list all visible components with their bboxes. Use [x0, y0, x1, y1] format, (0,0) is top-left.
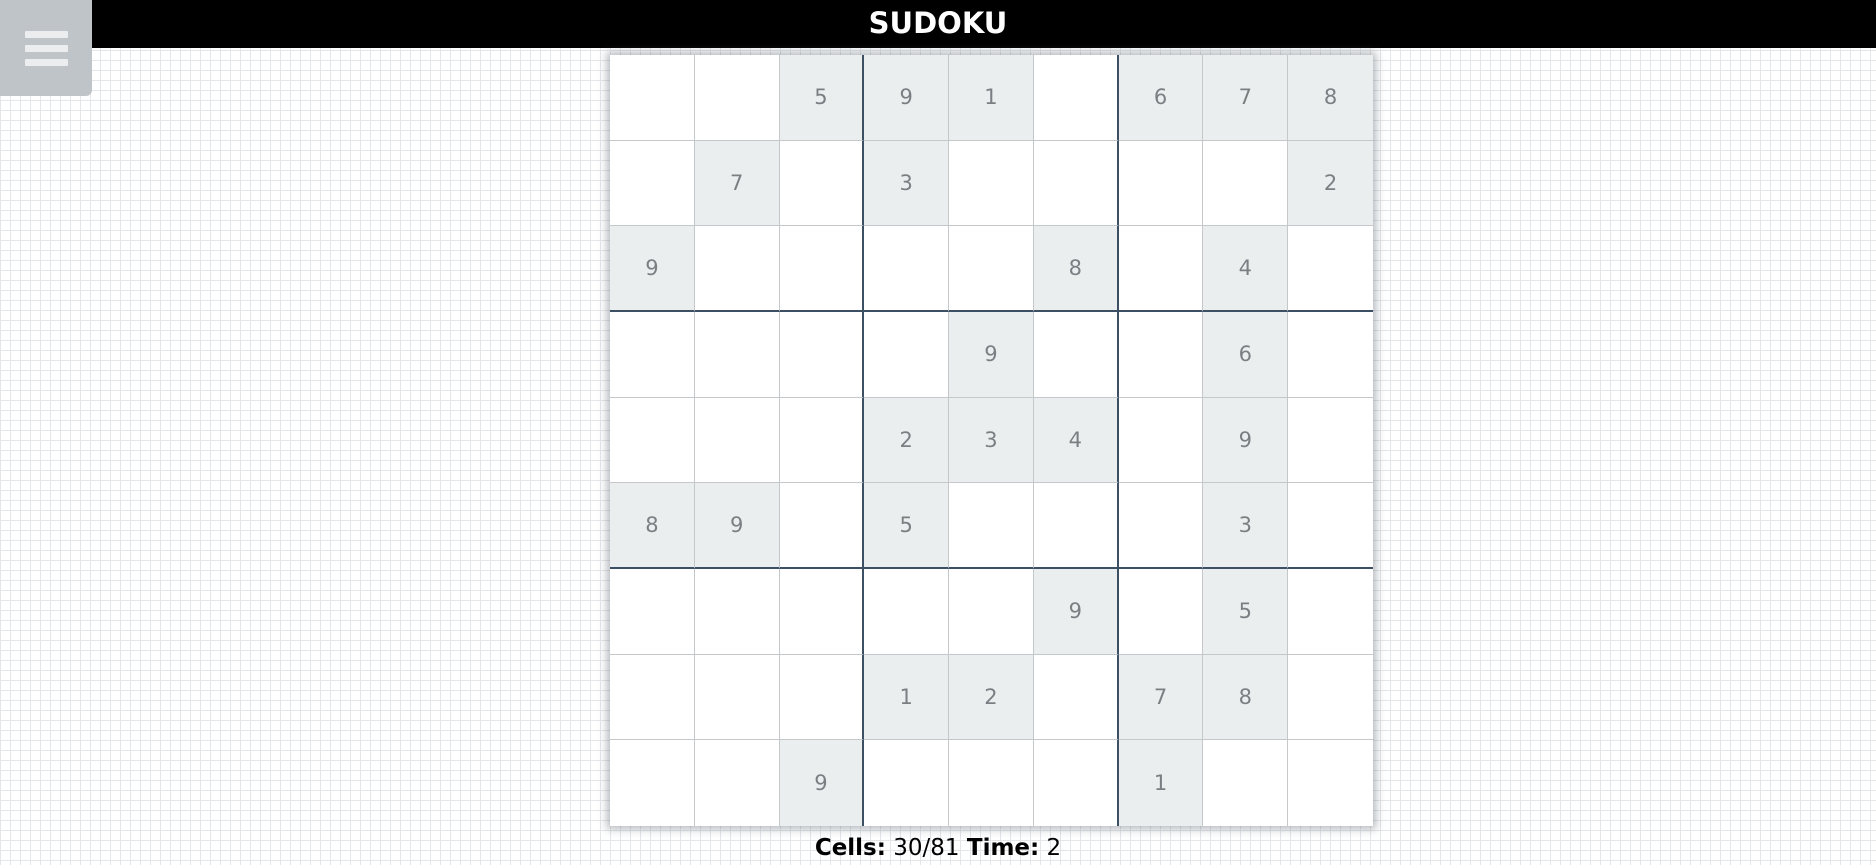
sudoku-cell: 5 — [1203, 568, 1289, 655]
sudoku-cell: 2 — [949, 654, 1034, 741]
sudoku-cell[interactable] — [1288, 655, 1373, 741]
time-label: Time: — [966, 835, 1040, 861]
sudoku-cell: 5 — [779, 55, 865, 141]
sudoku-cell[interactable] — [694, 568, 780, 655]
sudoku-cell[interactable] — [1033, 55, 1119, 141]
sudoku-cell: 9 — [1203, 397, 1289, 484]
sudoku-cell[interactable] — [779, 226, 865, 312]
sudoku-cell: 2 — [1288, 140, 1373, 227]
sudoku-cell[interactable] — [779, 568, 865, 655]
sudoku-cell[interactable] — [694, 397, 780, 484]
sudoku-cell[interactable] — [610, 740, 695, 826]
sudoku-cell: 8 — [1033, 226, 1119, 312]
sudoku-cell[interactable] — [694, 55, 780, 141]
sudoku-cell: 2 — [864, 397, 950, 484]
sudoku-cell: 4 — [1203, 226, 1289, 312]
sudoku-cell: 3 — [864, 140, 950, 227]
sudoku-cell[interactable] — [695, 740, 780, 826]
sudoku-cell[interactable] — [610, 397, 695, 484]
sudoku-cell: 5 — [864, 483, 950, 569]
sudoku-cell: 9 — [864, 55, 950, 141]
sudoku-cell[interactable] — [864, 226, 950, 312]
sudoku-cell: 4 — [1033, 397, 1119, 484]
sudoku-cell[interactable] — [694, 311, 780, 398]
sudoku-cell[interactable] — [1288, 398, 1373, 484]
sudoku-cell[interactable] — [1033, 311, 1119, 398]
sudoku-cell[interactable] — [1203, 740, 1289, 826]
sudoku-cell: 1 — [1118, 740, 1204, 826]
sudoku-cell[interactable] — [1118, 140, 1204, 227]
sudoku-cell[interactable] — [1118, 226, 1204, 312]
hamburger-menu-icon-bar — [24, 58, 68, 66]
sudoku-cell[interactable] — [864, 740, 950, 826]
sudoku-cell[interactable] — [610, 311, 695, 398]
sudoku-cell: 9 — [1033, 568, 1119, 655]
sudoku-cell[interactable] — [949, 740, 1034, 826]
title-bar: SUDOKU — [0, 0, 1876, 48]
sudoku-cell[interactable] — [949, 140, 1034, 227]
sudoku-cell: 1 — [949, 55, 1034, 141]
sudoku-cell[interactable] — [1288, 226, 1373, 312]
sudoku-cell[interactable] — [1118, 311, 1204, 398]
sudoku-cell[interactable] — [694, 226, 780, 312]
sudoku-cell[interactable] — [779, 654, 865, 741]
sudoku-cell: 9 — [694, 483, 780, 569]
sudoku-cell[interactable] — [610, 140, 695, 227]
sudoku-cell[interactable] — [1033, 654, 1119, 741]
sudoku-cell[interactable] — [1288, 740, 1373, 826]
menu-button[interactable] — [0, 0, 92, 96]
sudoku-cell[interactable] — [864, 311, 950, 398]
sudoku-cell: 3 — [949, 397, 1034, 484]
sudoku-cell[interactable] — [779, 311, 865, 398]
sudoku-cell: 8 — [1203, 654, 1289, 741]
sudoku-cell[interactable] — [1034, 740, 1119, 826]
sudoku-cell[interactable] — [1288, 312, 1373, 398]
sudoku-cell: 7 — [1203, 55, 1289, 141]
sudoku-cell: 6 — [1203, 311, 1289, 398]
sudoku-cell: 9 — [610, 226, 695, 312]
sudoku-cell[interactable] — [610, 568, 695, 655]
status-bar: Cells: 30/81 Time: 2 — [0, 835, 1876, 861]
sudoku-cell[interactable] — [779, 397, 865, 484]
sudoku-cell[interactable] — [949, 483, 1034, 569]
sudoku-cell[interactable] — [1118, 397, 1204, 484]
sudoku-cell[interactable] — [1118, 483, 1204, 569]
sudoku-cell: 9 — [949, 311, 1034, 398]
sudoku-cell: 9 — [779, 740, 865, 826]
hamburger-menu-icon — [24, 30, 68, 38]
sudoku-cell: 7 — [694, 140, 780, 227]
sudoku-cell[interactable] — [694, 654, 780, 741]
sudoku-cell[interactable] — [779, 140, 865, 227]
sudoku-board: 591678732984962349895395127891 — [610, 55, 1373, 826]
time-value: 2 — [1046, 835, 1062, 861]
sudoku-cell[interactable] — [1288, 569, 1373, 655]
page-title: SUDOKU — [868, 6, 1008, 40]
sudoku-cell[interactable] — [1033, 483, 1119, 569]
sudoku-cell: 1 — [864, 654, 950, 741]
sudoku-cell: 3 — [1203, 483, 1289, 569]
cells-count: 30/81 — [893, 835, 960, 861]
sudoku-cell[interactable] — [864, 568, 950, 655]
hamburger-menu-icon-bar — [24, 44, 68, 52]
sudoku-cell: 8 — [1288, 55, 1373, 141]
cells-label: Cells: — [814, 835, 886, 861]
sudoku-cell[interactable] — [610, 55, 695, 141]
sudoku-cell[interactable] — [1203, 140, 1289, 227]
sudoku-cell[interactable] — [1118, 568, 1204, 655]
sudoku-cell[interactable] — [949, 226, 1034, 312]
sudoku-cell[interactable] — [1288, 483, 1373, 569]
sudoku-cell: 7 — [1118, 654, 1204, 741]
sudoku-cell[interactable] — [1033, 140, 1119, 227]
sudoku-cell[interactable] — [779, 483, 865, 569]
sudoku-cell[interactable] — [610, 654, 695, 741]
sudoku-cell: 6 — [1118, 55, 1204, 141]
sudoku-cell: 8 — [610, 483, 695, 569]
sudoku-cell[interactable] — [949, 568, 1034, 655]
